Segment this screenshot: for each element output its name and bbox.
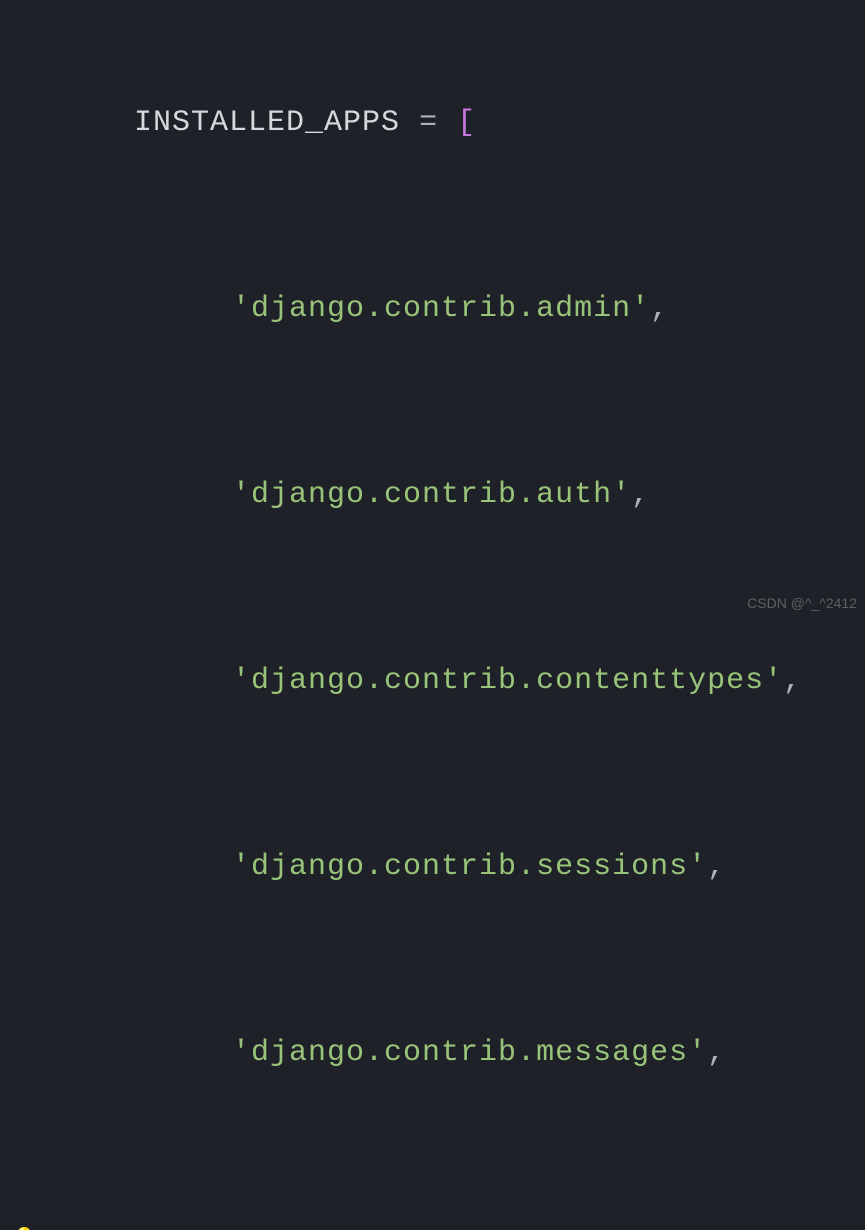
comma: , <box>707 1036 726 1070</box>
comma: , <box>783 664 802 698</box>
comma: , <box>650 292 669 326</box>
code-line: 💡 'django.contrib.staticfiles', <box>0 1146 865 1230</box>
string-literal: 'django.contrib.sessions' <box>232 850 707 884</box>
watermark-text: CSDN @^_^2412 <box>747 595 857 611</box>
code-line: INSTALLED_APPS = [ <box>0 30 865 216</box>
code-editor[interactable]: INSTALLED_APPS = [ 'django.contrib.admin… <box>0 0 865 1230</box>
comma: , <box>707 850 726 884</box>
assignment-operator: = <box>400 106 457 140</box>
code-line: 'django.contrib.admin', <box>0 216 865 402</box>
lightbulb-icon[interactable]: 💡 <box>13 1229 36 1230</box>
comma: , <box>631 478 650 512</box>
string-literal: 'django.contrib.messages' <box>232 1036 707 1070</box>
code-line: 'django.contrib.sessions', <box>0 774 865 960</box>
code-line: 'django.contrib.auth', <box>0 402 865 588</box>
string-literal: 'django.contrib.auth' <box>232 478 631 512</box>
string-literal: 'django.contrib.contenttypes' <box>232 664 783 698</box>
string-literal: 'django.contrib.admin' <box>232 292 650 326</box>
open-bracket: [ <box>457 106 476 140</box>
code-line: 'django.contrib.contenttypes', <box>0 588 865 774</box>
variable-name: INSTALLED_APPS <box>134 106 400 140</box>
code-line: 'django.contrib.messages', <box>0 960 865 1146</box>
